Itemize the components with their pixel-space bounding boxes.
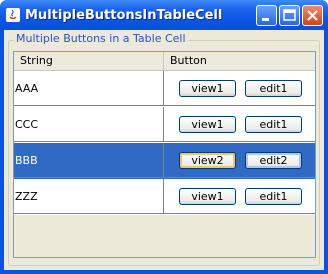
table-row-selected[interactable]: BBB view2 edit2 xyxy=(14,143,315,179)
edit-button[interactable]: edit1 xyxy=(245,116,302,133)
maximize-icon xyxy=(283,9,296,21)
column-header-string[interactable]: String xyxy=(14,52,164,70)
minimize-button[interactable] xyxy=(256,5,277,26)
button-cell: view2 edit2 xyxy=(164,143,315,178)
table-scroll-pane[interactable]: String Button AAA view1 edit1 CCC view1 … xyxy=(13,51,316,258)
app-window: MultipleButtonsInTableCell Multiple Butt… xyxy=(0,0,328,274)
view-button[interactable]: view1 xyxy=(179,80,236,97)
close-icon xyxy=(307,10,318,21)
edit-button[interactable]: edit1 xyxy=(245,188,302,205)
title-bar[interactable]: MultipleButtonsInTableCell xyxy=(0,0,328,30)
java-app-icon xyxy=(6,8,20,22)
table-row[interactable]: ZZZ view1 edit1 xyxy=(14,179,315,215)
string-cell[interactable]: BBB xyxy=(14,143,164,178)
button-cell: view1 edit1 xyxy=(164,71,315,106)
view-button[interactable]: view1 xyxy=(179,116,236,133)
close-button[interactable] xyxy=(302,5,323,26)
string-cell[interactable]: ZZZ xyxy=(14,179,164,214)
group-title: Multiple Buttons in a Table Cell xyxy=(14,32,188,45)
button-cell: view1 edit1 xyxy=(164,107,315,142)
table-row[interactable]: CCC view1 edit1 xyxy=(14,107,315,143)
string-cell[interactable]: CCC xyxy=(14,107,164,142)
column-header-button[interactable]: Button xyxy=(164,52,315,70)
view-button[interactable]: view1 xyxy=(179,188,236,205)
table-row[interactable]: AAA view1 edit1 xyxy=(14,71,315,107)
view-button[interactable]: view2 xyxy=(179,152,236,169)
content-pane: Multiple Buttons in a Table Cell String … xyxy=(4,30,324,270)
edit-button[interactable]: edit2 xyxy=(245,152,302,169)
string-cell[interactable]: AAA xyxy=(14,71,164,106)
window-title: MultipleButtonsInTableCell xyxy=(25,8,223,23)
table-header: String Button xyxy=(14,52,315,71)
maximize-button[interactable] xyxy=(279,5,300,26)
edit-button[interactable]: edit1 xyxy=(245,80,302,97)
button-cell: view1 edit1 xyxy=(164,179,315,214)
minimize-icon xyxy=(262,18,269,21)
